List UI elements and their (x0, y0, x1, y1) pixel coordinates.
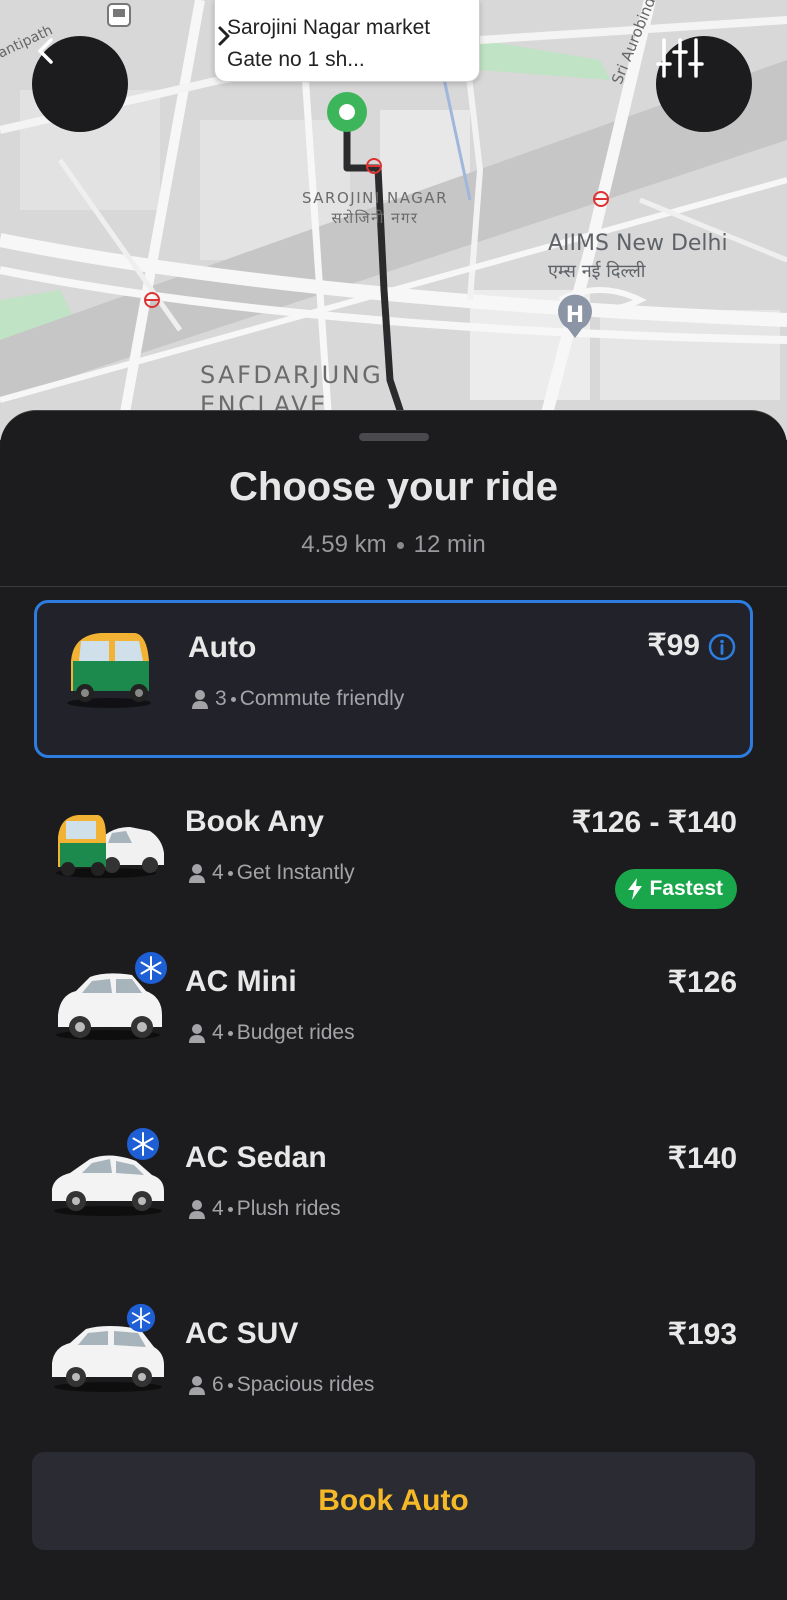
ride-name: AC Sedan (185, 1141, 327, 1174)
person-icon (189, 864, 205, 883)
ride-seats: 6 (212, 1373, 224, 1396)
trip-distance: 4.59 km (301, 531, 387, 558)
ride-name: Auto (188, 631, 257, 664)
ride-meta: 3 Commute friendly (191, 687, 404, 711)
sliders-icon (656, 38, 704, 78)
chevron-right-icon (218, 26, 230, 46)
bullet (227, 870, 233, 876)
snowflake-ac-icon (126, 1303, 156, 1333)
pickup-location-chip[interactable]: Sarojini Nagar market Gate no 1 sh... (214, 0, 480, 82)
bullet (227, 1206, 233, 1212)
ride-name: Book Any (185, 805, 324, 838)
back-button[interactable] (32, 36, 128, 132)
bus-stop-icon (107, 3, 131, 27)
map-view[interactable]: H antipath Sri Aurobindo Ma SAROJINI NAG… (0, 0, 787, 440)
sheet-drag-handle[interactable] (359, 433, 429, 441)
bullet (227, 1382, 233, 1388)
ride-desc: Spacious rides (236, 1373, 375, 1396)
pickup-pin-icon (327, 92, 367, 132)
ride-price: ₹126 - ₹140 (572, 806, 737, 839)
ride-option-book-any[interactable]: Book Any 4 Get Instantly ₹126 - ₹140 Fast… (34, 777, 753, 935)
divider (0, 586, 787, 587)
ride-option-ac-mini[interactable]: AC Mini 4 Budget rides ₹126 (34, 937, 753, 1095)
ride-price: ₹126 (667, 966, 737, 999)
ride-option-auto[interactable]: Auto 3 Commute friendly ₹99 (34, 600, 753, 758)
info-icon[interactable] (708, 633, 736, 661)
snowflake-ac-icon (135, 952, 167, 984)
ride-seats: 4 (212, 1021, 224, 1044)
ride-price: ₹140 (667, 1142, 737, 1175)
ride-desc: Plush rides (236, 1197, 341, 1220)
person-icon (189, 1376, 205, 1395)
trip-summary: 4.59 km 12 min (0, 531, 787, 559)
ride-option-ac-sedan[interactable]: AC Sedan 4 Plush rides ₹140 (34, 1113, 753, 1271)
pickup-location-text: Sarojini Nagar market Gate no 1 sh... (227, 16, 431, 71)
ride-desc: Budget rides (236, 1021, 355, 1044)
trip-duration: 12 min (413, 531, 486, 558)
ride-seats: 4 (212, 861, 224, 884)
ride-name: AC SUV (185, 1317, 299, 1350)
bullet (227, 1030, 233, 1036)
map-label-aiims: AIIMS New Delhi एम्स नई दिल्ली (548, 231, 728, 282)
auto-rickshaw-icon (67, 633, 151, 708)
person-icon (189, 1024, 205, 1043)
book-footer: Book Auto (0, 1418, 787, 1600)
back-arrow-icon (38, 38, 53, 64)
ride-meta: 4 Plush rides (188, 1197, 341, 1221)
auto-and-car-icon (56, 815, 164, 878)
fastest-badge: Fastest (615, 869, 737, 909)
filter-button[interactable] (656, 36, 752, 132)
ride-meta: 6 Spacious rides (188, 1373, 374, 1397)
sheet-title: Choose your ride (229, 465, 558, 509)
book-auto-button[interactable]: Book Auto (32, 1452, 755, 1550)
ride-meta: 4 Budget rides (188, 1021, 355, 1045)
snowflake-ac-icon (127, 1128, 159, 1160)
bullet (230, 696, 236, 702)
ride-price: ₹193 (667, 1318, 737, 1351)
ride-seats: 4 (212, 1197, 224, 1220)
ride-price: ₹99 (647, 629, 700, 662)
ride-desc: Commute friendly (239, 687, 405, 710)
person-icon (192, 690, 208, 709)
fastest-badge-label: Fastest (649, 877, 723, 900)
map-label-sarojini-nagar: SAROJINI NAGAR सरोजिनी नगर (302, 189, 449, 227)
person-icon (189, 1200, 205, 1219)
ride-name: AC Mini (185, 965, 297, 998)
ride-desc: Get Instantly (236, 861, 355, 884)
ride-meta: 4 Get Instantly (188, 861, 355, 885)
separator-dot (396, 542, 404, 550)
ride-seats: 3 (215, 687, 227, 710)
svg-text:H: H (566, 303, 584, 328)
lightning-icon (628, 878, 643, 900)
